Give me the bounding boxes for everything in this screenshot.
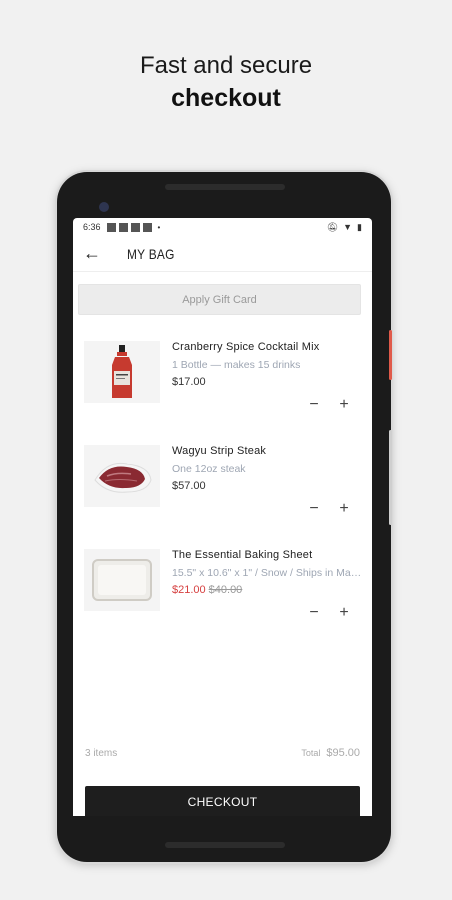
increase-quantity-button[interactable]: + — [335, 396, 353, 414]
item-name[interactable]: Wagyu Strip Steak — [172, 445, 266, 457]
status-time: 6:36 — [83, 222, 101, 232]
notification-icon — [118, 222, 128, 232]
original-price: $40.00 — [208, 584, 243, 596]
total-value: $95.00 — [326, 747, 360, 759]
decrease-quantity-button[interactable]: − — [305, 604, 323, 622]
steak-image — [84, 445, 160, 507]
decrease-quantity-button[interactable]: − — [305, 500, 323, 518]
dot-icon: • — [157, 222, 161, 232]
baking-sheet-image — [84, 549, 160, 611]
checkout-button[interactable]: CHECKOUT — [85, 786, 360, 816]
item-price: $21.00 $40.00 — [172, 584, 242, 596]
back-arrow-icon[interactable]: ← — [83, 243, 107, 264]
item-count: 3 items — [85, 747, 118, 759]
battery-icon: ▮ — [357, 221, 362, 232]
page-title: MY BAG — [127, 245, 175, 262]
item-subtitle: One 12oz steak — [172, 463, 246, 475]
cart-item: The Essential Baking Sheet 15.5" x 10.6"… — [73, 535, 372, 639]
item-name[interactable]: Cranberry Spice Cocktail Mix — [172, 341, 319, 353]
cart-item: Cranberry Spice Cocktail Mix 1 Bottle — … — [73, 327, 372, 431]
app-screen: 6:36 • 🔕︎ ▼ ▮ ← MY BAG Apply Gift Card C… — [73, 218, 372, 816]
increase-quantity-button[interactable]: + — [335, 604, 353, 622]
apply-gift-card-button[interactable]: Apply Gift Card — [78, 284, 361, 315]
speaker-top — [165, 184, 285, 190]
cart-item: Wagyu Strip Steak One 12oz steak $57.00 … — [73, 431, 372, 535]
bottle-image — [84, 341, 160, 403]
notification-icon — [106, 222, 116, 232]
total-label: Total — [301, 748, 321, 758]
wifi-icon: ▼ — [343, 221, 353, 232]
camera-icon — [99, 202, 109, 212]
promo-headline: Fast and secure — [139, 52, 313, 79]
volume-button — [389, 430, 392, 525]
notification-icon — [142, 222, 152, 232]
item-subtitle: 1 Bottle — makes 15 drinks — [172, 359, 301, 371]
power-button — [389, 330, 392, 380]
speaker-bottom — [165, 842, 285, 848]
mute-icon: 🔕︎ — [326, 221, 339, 232]
item-subtitle: 15.5" x 10.6" x 1" / Snow / Ships in Mar… — [172, 567, 362, 579]
status-bar: 6:36 • 🔕︎ ▼ ▮ — [73, 218, 372, 236]
item-price: $57.00 — [172, 480, 206, 492]
notification-icon — [130, 222, 140, 232]
promo-headline-bold: checkout — [171, 84, 281, 112]
bag-summary: 3 items Total $95.00 — [73, 742, 372, 764]
item-price: $17.00 — [172, 376, 206, 388]
decrease-quantity-button[interactable]: − — [305, 396, 323, 414]
sale-price: $21.00 — [172, 584, 206, 596]
item-name[interactable]: The Essential Baking Sheet — [172, 549, 312, 561]
increase-quantity-button[interactable]: + — [335, 500, 353, 518]
app-bar: ← MY BAG — [73, 236, 372, 272]
